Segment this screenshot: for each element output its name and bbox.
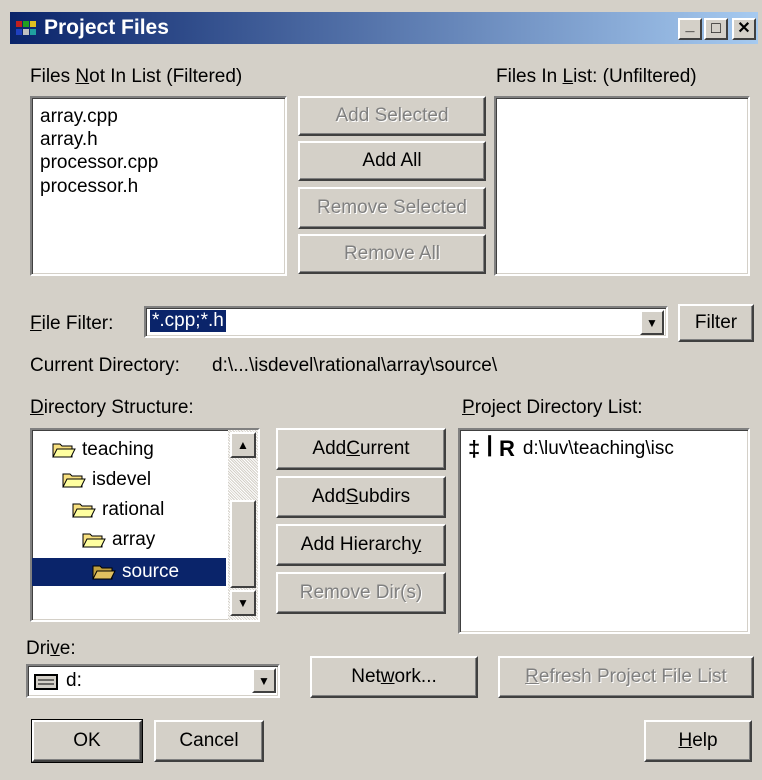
minimize-icon: _ [685, 17, 695, 34]
chevron-down-icon: ▼ [258, 673, 270, 688]
open-folder-icon [52, 443, 76, 458]
file-filter-input[interactable]: *.cpp;*.h [150, 310, 226, 332]
tree-item-array[interactable]: array [82, 526, 155, 554]
file-filter-dropdown-button[interactable]: ▼ [640, 310, 664, 335]
project-directory-list[interactable]: ‡ ꟾ R d:\luv\teaching\isc [458, 428, 750, 634]
scroll-up-icon: ▲ [237, 438, 249, 452]
directory-structure-label: Directory Structure: [30, 397, 194, 418]
remove-dirs-button[interactable]: Remove Dir(s) [276, 572, 446, 614]
files-in-list-label: Files In List: (Unfiltered) [496, 66, 697, 87]
remove-selected-button[interactable]: Remove Selected [298, 187, 486, 229]
chevron-down-icon: ▼ [646, 315, 658, 330]
directory-tree[interactable]: teaching isdevel rational array source ▲… [30, 428, 260, 622]
tree-item-rational[interactable]: rational [72, 496, 164, 524]
add-hierarchy-button[interactable]: Add Hierarch y [276, 524, 446, 566]
drive-label: Drive: [26, 638, 76, 659]
minimize-button[interactable]: _ [678, 18, 702, 40]
network-button[interactable]: Net w ork... [310, 656, 478, 698]
list-item[interactable]: array.cpp [40, 106, 118, 128]
current-directory-value: d:\...\isdevel\rational\array\source\ [212, 355, 498, 376]
file-filter-combo[interactable]: *.cpp;*.h ▼ [144, 306, 668, 338]
open-folder-icon [72, 503, 96, 518]
scroll-down-icon: ▼ [237, 596, 249, 610]
project-files-dialog: Project Files _ □ ✕ Files Not In List (F… [0, 0, 762, 780]
tree-item-isdevel[interactable]: isdevel [62, 466, 151, 494]
current-directory-label: Current Directory: [30, 355, 180, 376]
entry-path: d:\luv\teaching\isc [522, 438, 674, 459]
scroll-down-button[interactable]: ▼ [230, 590, 256, 616]
close-button[interactable]: ✕ [732, 18, 756, 40]
drive-icon [34, 674, 58, 690]
refresh-project-file-list-button[interactable]: Refresh Project File List [498, 656, 754, 698]
open-folder-icon [92, 565, 116, 580]
entry-flags: ‡ ꟾ R [468, 436, 515, 461]
close-icon: ✕ [737, 20, 751, 37]
files-in-list-box[interactable] [494, 96, 750, 276]
files-not-in-list-box[interactable]: array.cpp array.h processor.cpp processo… [30, 96, 287, 276]
help-button[interactable]: Help [644, 720, 752, 762]
drive-dropdown-button[interactable]: ▼ [252, 668, 276, 693]
files-not-in-list-label: Files Not In List (Filtered) [30, 66, 243, 87]
list-item[interactable]: array.h [40, 129, 98, 151]
add-selected-button[interactable]: Add Selected [298, 96, 486, 136]
add-subdirs-button[interactable]: Add Subdirs [276, 476, 446, 518]
remove-all-button[interactable]: Remove All [298, 234, 486, 274]
app-icon [16, 21, 36, 35]
filter-button[interactable]: Filter [678, 304, 754, 342]
drive-combo[interactable]: d: ▼ [26, 664, 280, 698]
maximize-icon: □ [711, 20, 721, 37]
open-folder-icon [62, 473, 86, 488]
list-item[interactable]: processor.h [40, 176, 138, 198]
project-directory-list-label: Project Directory List: [462, 397, 643, 418]
ok-button[interactable]: OK [31, 719, 143, 763]
scroll-thumb[interactable] [230, 500, 256, 588]
file-filter-label: File Filter: [30, 313, 114, 334]
drive-value: d: [66, 670, 82, 691]
tree-item-source[interactable]: source [32, 558, 226, 586]
list-item[interactable]: processor.cpp [40, 152, 158, 174]
add-current-button[interactable]: Add Current [276, 428, 446, 470]
add-all-button[interactable]: Add All [298, 141, 486, 181]
tree-item-teaching[interactable]: teaching [52, 436, 154, 464]
maximize-button[interactable]: □ [704, 18, 728, 40]
open-folder-icon [82, 533, 106, 548]
scroll-up-button[interactable]: ▲ [230, 432, 256, 458]
title-bar[interactable]: Project Files _ □ ✕ [10, 12, 758, 44]
cancel-button[interactable]: Cancel [154, 720, 264, 762]
directory-tree-scrollbar[interactable]: ▲ ▼ [228, 430, 258, 620]
project-directory-entry[interactable]: ‡ ꟾ R d:\luv\teaching\isc [468, 436, 674, 462]
window-title: Project Files [44, 16, 169, 39]
